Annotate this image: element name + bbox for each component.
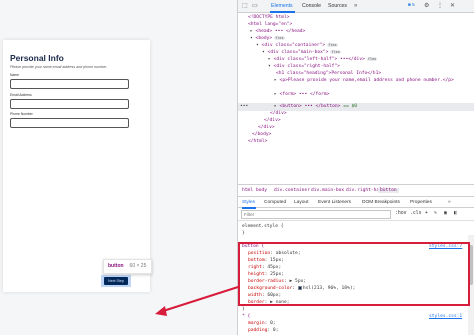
annotation-arrow-icon [155,286,239,316]
